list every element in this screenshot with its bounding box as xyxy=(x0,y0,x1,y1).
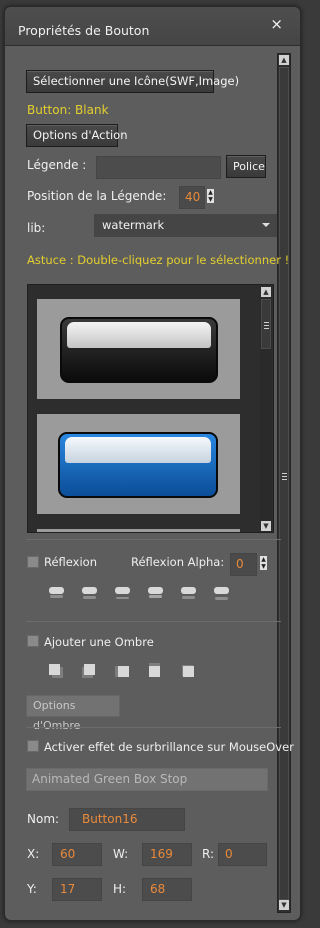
dropdown-arrow-icon xyxy=(262,223,270,227)
blue-glass-button-icon xyxy=(58,432,218,498)
gallery-item[interactable] xyxy=(37,414,240,514)
highlight-label: Activer effet de surbrillance sur MouseO… xyxy=(44,740,294,754)
name-input[interactable]: Button16 xyxy=(69,808,185,831)
shadow-style-2-icon[interactable] xyxy=(82,664,96,678)
h-input[interactable]: 68 xyxy=(142,878,192,901)
shadow-style-3-icon[interactable] xyxy=(115,665,129,679)
reflection-style-4-icon[interactable] xyxy=(148,587,163,599)
highlight-checkbox[interactable] xyxy=(27,740,39,752)
x-label: X: xyxy=(27,847,40,861)
h-label: H: xyxy=(113,882,127,896)
reflection-style-3-icon[interactable] xyxy=(115,587,130,599)
tip-text: Astuce : Double-cliquez pour le sélectio… xyxy=(27,253,290,267)
gallery-scroll-thumb[interactable] xyxy=(261,299,271,349)
shadow-style-1-icon[interactable] xyxy=(49,664,63,678)
r-input[interactable]: 0 xyxy=(218,843,267,866)
y-label: Y: xyxy=(27,882,37,896)
caption-position-spinner-icon[interactable]: ▲ ▼ xyxy=(207,189,214,203)
lib-select[interactable]: watermark xyxy=(94,214,277,237)
scroll-thumb[interactable] xyxy=(279,67,289,900)
font-button[interactable]: Police xyxy=(226,155,266,178)
panel-scrollbar[interactable]: ▲ ▼ xyxy=(277,53,291,913)
button-style-gallery[interactable]: ▲ ▼ xyxy=(27,284,274,533)
black-glass-button-icon xyxy=(60,317,218,383)
reflection-alpha-label: Réflexion Alpha: xyxy=(131,555,225,569)
close-icon[interactable]: × xyxy=(270,15,283,33)
caption-position-label: Position de la Légende: xyxy=(27,189,167,203)
x-input[interactable]: 60 xyxy=(52,843,102,866)
reflection-label: Réflexion xyxy=(44,555,97,569)
shadow-style-4-icon[interactable] xyxy=(148,663,162,677)
action-options-button[interactable]: Options d'Action xyxy=(26,124,128,147)
gallery-scroll-up-icon[interactable]: ▲ xyxy=(261,287,271,297)
select-icon-button[interactable]: Sélectionner une Icône(SWF,Image) xyxy=(26,70,239,93)
r-label: R: xyxy=(202,847,215,861)
w-input[interactable]: 169 xyxy=(142,843,192,866)
reflection-style-6-icon[interactable] xyxy=(214,587,229,600)
gallery-item[interactable] xyxy=(37,299,240,399)
caption-input[interactable] xyxy=(96,156,221,179)
gallery-scrollbar[interactable]: ▲ ▼ xyxy=(260,286,272,532)
shadow-checkbox[interactable] xyxy=(27,635,39,647)
reflection-style-2-icon[interactable] xyxy=(82,587,97,599)
shadow-label: Ajouter une Ombre xyxy=(44,635,154,649)
caption-label: Légende : xyxy=(27,158,87,172)
gallery-item[interactable] xyxy=(37,529,240,532)
caption-position-input[interactable]: 40 xyxy=(179,186,205,209)
reflection-checkbox[interactable] xyxy=(27,556,39,568)
gallery-scroll-down-icon[interactable]: ▼ xyxy=(261,521,271,531)
reflection-alpha-spinner-icon[interactable]: ▲ ▼ xyxy=(260,556,267,570)
button-status: Button: Blank xyxy=(27,103,109,117)
reflection-style-5-icon[interactable] xyxy=(181,587,196,599)
shadow-style-5-icon[interactable] xyxy=(181,664,195,678)
scroll-down-icon[interactable]: ▼ xyxy=(279,900,289,910)
title-bar[interactable]: Propriétés de Bouton × xyxy=(5,7,300,46)
panel-title: Propriétés de Bouton xyxy=(18,23,150,38)
name-label: Nom: xyxy=(27,812,60,826)
reflection-alpha-input[interactable]: 0 xyxy=(230,553,257,576)
lib-label: lib: xyxy=(27,221,46,235)
shadow-options-button[interactable]: Options d'Ombre xyxy=(26,695,120,732)
y-input[interactable]: 17 xyxy=(52,878,102,901)
scroll-up-icon[interactable]: ▲ xyxy=(279,55,289,65)
w-label: W: xyxy=(113,847,129,861)
button-properties-panel: Propriétés de Bouton × ▲ ▼ Sélectionner … xyxy=(4,6,301,921)
lib-select-value: watermark xyxy=(102,218,165,232)
reflection-style-1-icon[interactable] xyxy=(49,587,64,599)
effect-select[interactable]: Animated Green Box Stop xyxy=(26,768,268,791)
